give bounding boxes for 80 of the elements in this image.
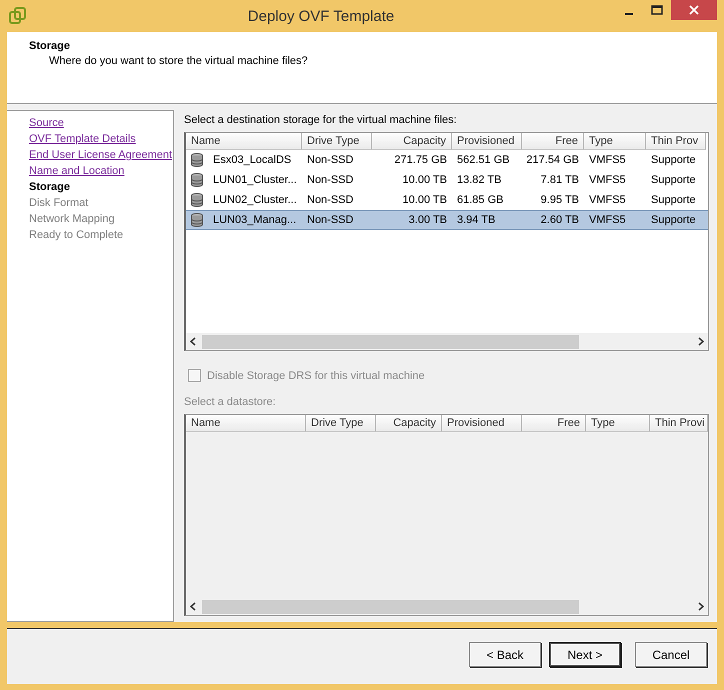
table-caption: Select a destination storage for the virtual machine files: [184,114,458,126]
table-cell-text: Non-SSD [306,214,354,226]
table-cell-text: 10.00 TB [402,174,448,186]
wizard-button[interactable]: Next > [549,642,621,667]
column-header[interactable]: Capacity [372,133,452,150]
table-cell-text: Supporte [650,194,697,206]
step-label: Network Mapping [29,212,115,227]
column-header[interactable]: Name [186,415,306,432]
step-label: Ready to Complete [29,228,124,243]
column-header[interactable]: Type [584,133,646,150]
database-icon [191,213,203,227]
scroll-left-icon[interactable] [190,337,196,346]
scroll-right-icon[interactable] [698,602,704,611]
table-cell: LUN03_Manag... [186,213,302,227]
table-cell-text: Non-SSD [306,154,354,166]
table-cell-text: 7.81 TB [540,174,580,186]
table-cell-text: Supporte [650,214,697,226]
close-button[interactable] [671,0,717,20]
window-title: Deploy OVF Template [246,8,396,24]
table-row[interactable]: LUN02_Cluster... Non-SSD 10.00 TB 61.85 GB 9.95 TB VMFS5 Supporte [186,190,708,210]
step-link[interactable]: OVF Template Details [29,131,136,147]
wizard-button[interactable]: Cancel [635,642,707,667]
table-cell-text: 3.94 TB [456,214,496,226]
table-cell: LUN01_Cluster... [186,173,302,187]
maximize-icon [651,5,663,15]
table-cell: LUN02_Cluster... [186,193,302,207]
step-link[interactable]: End User License Agreement [29,147,172,163]
table-row[interactable]: LUN01_Cluster... Non-SSD 10.00 TB 13.82 TB 7.81 TB VMFS5 Supporte [186,170,708,190]
step-label: Disk Format [29,196,88,211]
page-title: Storage [29,40,71,52]
table-cell-text: 217.54 GB [525,154,580,166]
table-cell-text: VMFS5 [588,214,627,226]
scrollbar-thumb[interactable] [202,600,580,614]
minimize-icon [625,13,633,15]
table-cell-text: VMFS5 [588,154,627,166]
checkbox-label: Disable Storage DRS for this virtual machine [207,370,425,382]
table-cell-text: Supporte [650,154,697,166]
database-icon [191,153,203,167]
horizontal-scrollbar[interactable] [186,333,708,350]
table-cell-text: Supporte [650,174,697,186]
app-logo-icon [9,7,27,25]
column-header[interactable]: Name [186,133,302,150]
table-cell-text: 9.95 TB [540,194,580,206]
scrollbar-thumb[interactable] [202,334,580,348]
table-cell-text: 3.00 TB [408,214,448,226]
step-link[interactable]: Name and Location [29,163,124,179]
column-header[interactable]: Thin Provi [650,415,708,432]
column-header[interactable]: Free [522,133,584,150]
scroll-left-icon[interactable] [190,602,196,611]
column-header[interactable]: Thin Prov [646,133,706,150]
table-cell-text: 2.60 TB [540,214,580,226]
wizard-button[interactable]: < Back [469,642,541,667]
table-cell-text: 10.00 TB [402,194,448,206]
column-header[interactable]: Free [522,415,586,432]
table-cell-text: 271.75 GB [393,154,448,166]
table-cell-text: Non-SSD [306,174,354,186]
table-caption: Select a datastore: [184,396,277,408]
column-header[interactable]: Drive Type [306,415,376,432]
table-cell-text: 61.85 GB [456,194,504,206]
table-row[interactable]: Esx03_LocalDS Non-SSD 271.75 GB 562.51 GB 217.54 GB VMFS5 Supporte [186,150,708,170]
close-icon [689,5,699,15]
column-header[interactable]: Provisioned [442,415,522,432]
database-icon [191,173,203,187]
table-cell-text: 13.82 TB [456,174,502,186]
column-header[interactable]: Capacity [376,415,442,432]
step-label: Storage [29,180,70,195]
scroll-right-icon[interactable] [698,337,704,346]
page-subtitle: Where do you want to store the virtual machine files? [49,55,309,67]
table-cell-text: VMFS5 [588,194,627,206]
step-link[interactable]: Source [29,115,64,131]
horizontal-scrollbar[interactable] [186,598,708,615]
column-header[interactable]: Type [586,415,650,432]
column-header[interactable]: Drive Type [302,133,372,150]
table-cell-text: Non-SSD [306,194,354,206]
table-cell-text: VMFS5 [588,174,627,186]
table-cell-text: 562.51 GB [456,154,511,166]
table-cell: Esx03_LocalDS [186,153,302,167]
column-header[interactable]: Provisioned [452,133,522,150]
table-row[interactable]: LUN03_Manag... Non-SSD 3.00 TB 3.94 TB 2.60 TB VMFS5 Supporte [186,210,708,230]
database-icon [191,193,203,207]
